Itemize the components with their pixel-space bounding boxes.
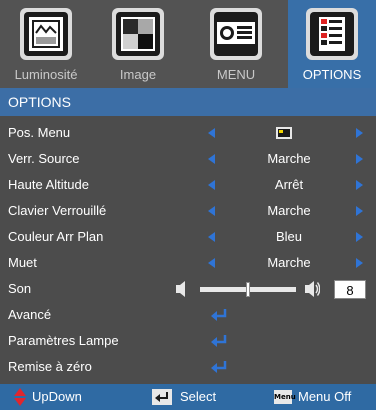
tab-label: OPTIONS — [302, 67, 362, 82]
menu-item-label: Remise à zéro — [8, 359, 92, 374]
tab-luminosite[interactable]: Luminosité — [0, 0, 92, 88]
right-arrow-icon[interactable] — [356, 206, 363, 216]
left-arrow-icon[interactable] — [208, 128, 215, 138]
menu-item-value: Marche — [267, 151, 311, 166]
left-arrow-icon[interactable] — [208, 180, 215, 190]
footer-hint-bar: UpDown Select Menu Menu Off — [0, 384, 376, 410]
right-arrow-icon[interactable] — [356, 154, 363, 164]
tab-options[interactable]: OPTIONS — [288, 0, 376, 88]
tab-label: MENU — [216, 67, 256, 82]
section-title: OPTIONS — [0, 88, 376, 116]
options-menu: Pos. Menu Verr. Source Marche Haute Alti… — [0, 116, 376, 384]
options-list-icon — [306, 8, 358, 60]
menu-item-value: Arrêt — [274, 177, 304, 192]
menu-item-muet[interactable]: Muet Marche — [0, 250, 376, 276]
select-key-icon — [152, 389, 172, 405]
menu-off-hint: Menu Off — [298, 389, 352, 404]
menu-item-label: Verr. Source — [8, 151, 80, 166]
left-arrow-icon[interactable] — [208, 232, 215, 242]
volume-min-icon — [176, 281, 185, 297]
menu-position-icon — [276, 127, 292, 139]
right-arrow-icon[interactable] — [356, 128, 363, 138]
volume-max-icon — [305, 281, 320, 297]
projector-icon — [210, 8, 262, 60]
picture-frame-icon — [20, 8, 72, 60]
enter-icon — [211, 335, 227, 347]
menu-item-clavier-verrouille[interactable]: Clavier Verrouillé Marche — [0, 198, 376, 224]
enter-icon — [211, 309, 227, 321]
right-arrow-icon[interactable] — [356, 232, 363, 242]
menu-item-label: Pos. Menu — [8, 125, 71, 140]
menu-item-value: Marche — [267, 255, 311, 270]
menu-item-remise-a-zero[interactable]: Remise à zéro — [0, 354, 376, 380]
right-arrow-icon[interactable] — [356, 258, 363, 268]
menu-item-label: Haute Altitude — [8, 177, 89, 192]
menu-item-son[interactable]: Son 8 — [0, 276, 376, 302]
menu-item-label: Couleur Arr Plan — [8, 229, 104, 244]
menu-item-pos-menu[interactable]: Pos. Menu — [0, 120, 376, 146]
updown-hint: UpDown — [32, 389, 82, 404]
menu-item-label: Clavier Verrouillé — [8, 203, 107, 218]
enter-icon — [211, 361, 227, 373]
up-down-arrow-icon — [14, 388, 26, 406]
menu-item-value: Bleu — [275, 229, 303, 244]
tab-label: Luminosité — [14, 67, 78, 82]
volume-slider-handle[interactable] — [246, 282, 250, 297]
menu-item-haute-altitude[interactable]: Haute Altitude Arrêt — [0, 172, 376, 198]
left-arrow-icon[interactable] — [208, 206, 215, 216]
tab-menu[interactable]: MENU — [184, 0, 288, 88]
menu-item-parametres-lampe[interactable]: Paramètres Lampe — [0, 328, 376, 354]
menu-item-label: Muet — [8, 255, 37, 270]
select-hint: Select — [180, 389, 217, 404]
right-arrow-icon[interactable] — [356, 180, 363, 190]
menu-item-label: Paramètres Lampe — [8, 333, 119, 348]
menu-item-avance[interactable]: Avancé — [0, 302, 376, 328]
menu-item-label: Avancé — [8, 307, 52, 322]
menu-item-verr-source[interactable]: Verr. Source Marche — [0, 146, 376, 172]
tab-image[interactable]: Image — [92, 0, 184, 88]
gray-pattern-icon — [112, 8, 164, 60]
left-arrow-icon[interactable] — [208, 154, 215, 164]
tab-bar: Luminosité Image MENU OPTIONS — [0, 0, 376, 88]
menu-item-label: Son — [8, 281, 32, 296]
menu-item-couleur-arr-plan[interactable]: Couleur Arr Plan Bleu — [0, 224, 376, 250]
menu-key-icon: Menu — [274, 390, 296, 404]
menu-item-value: Marche — [267, 203, 311, 218]
volume-value: 8 — [334, 280, 366, 299]
tab-label: Image — [119, 67, 157, 82]
left-arrow-icon[interactable] — [208, 258, 215, 268]
